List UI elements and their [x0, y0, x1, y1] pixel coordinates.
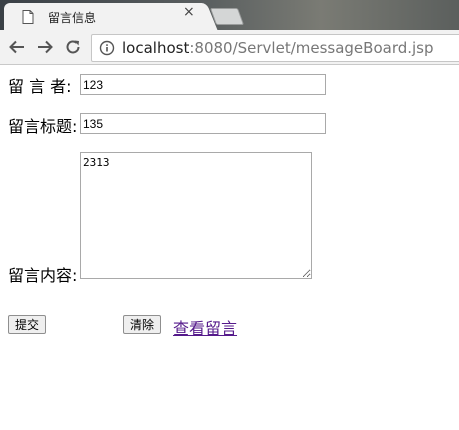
url-text: localhost:8080/Servlet/messageBoard.jsp [122, 39, 434, 57]
title-label: 留言标题: [8, 117, 78, 136]
url-path: :8080/Servlet/messageBoard.jsp [189, 39, 434, 57]
page-icon [22, 10, 34, 24]
message-form: 留 言 者: 留言标题: 留言内容: 2313 提交 清除 查看留言 [0, 65, 459, 430]
view-messages-link[interactable]: 查看留言 [173, 315, 237, 339]
address-bar[interactable]: localhost:8080/Servlet/messageBoard.jsp [91, 34, 459, 62]
browser-toolbar: localhost:8080/Servlet/messageBoard.jsp [0, 30, 459, 65]
info-icon[interactable] [99, 40, 115, 56]
new-tab-button[interactable] [209, 8, 245, 25]
forward-arrow-icon[interactable] [36, 38, 54, 56]
content-label: 留言内容: [8, 266, 78, 285]
title-input[interactable] [80, 113, 326, 134]
browser-tabstrip: 留言信息 × [0, 0, 459, 30]
tab-title: 留言信息 [48, 11, 97, 25]
back-arrow-icon[interactable] [8, 38, 26, 56]
reload-icon[interactable] [64, 38, 82, 56]
tab-close-icon[interactable]: × [183, 4, 195, 20]
reset-button[interactable]: 清除 [123, 315, 162, 334]
submit-button[interactable]: 提交 [8, 315, 47, 334]
url-host: localhost [122, 39, 190, 57]
content-textarea[interactable]: 2313 [80, 152, 312, 279]
browser-tab[interactable]: 留言信息 [4, 3, 202, 30]
author-label: 留 言 者: [8, 77, 72, 96]
author-input[interactable] [80, 74, 326, 95]
